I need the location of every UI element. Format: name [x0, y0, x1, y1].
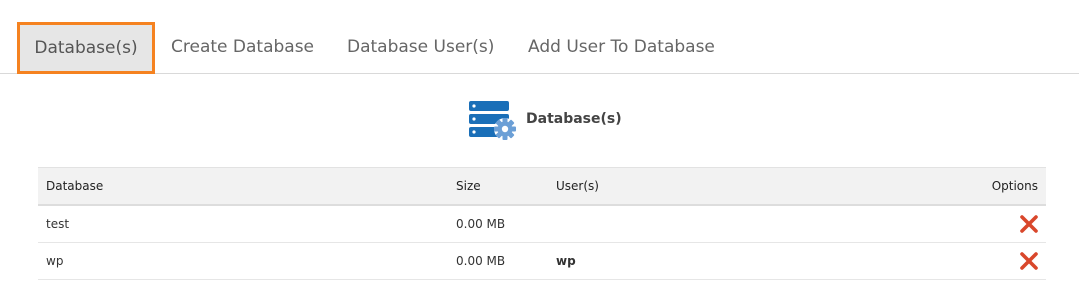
database-name-cell: wp	[38, 242, 448, 280]
database-users-cell	[548, 205, 954, 243]
column-header-size: Size	[448, 167, 548, 206]
panel-title: Database(s)	[526, 111, 622, 127]
database-table: Database Size User(s) Options test 0.00 …	[38, 167, 1046, 280]
tab-add-user-to-database[interactable]: Add User To Database	[528, 23, 715, 72]
database-size-cell: 0.00 MB	[448, 242, 548, 280]
column-header-options: Options	[954, 167, 1046, 206]
column-header-users: User(s)	[548, 167, 954, 206]
database-users-cell: wp	[548, 242, 954, 280]
table-row: test 0.00 MB	[38, 205, 1046, 243]
column-header-database: Database	[38, 167, 448, 206]
tab-database-users[interactable]: Database User(s)	[347, 23, 494, 72]
delete-x-icon[interactable]	[1020, 252, 1038, 270]
tab-databases[interactable]: Database(s)	[17, 22, 155, 74]
database-size-cell: 0.00 MB	[448, 205, 548, 243]
table-row: wp 0.00 MB wp	[38, 242, 1046, 280]
options-cell	[954, 242, 1046, 280]
table-header-row: Database Size User(s) Options	[38, 167, 1046, 206]
options-cell	[954, 205, 1046, 243]
delete-x-icon[interactable]	[1020, 215, 1038, 233]
tab-create-database[interactable]: Create Database	[171, 23, 314, 72]
tab-bar: Database(s) Create Database Database Use…	[0, 0, 1079, 74]
database-gear-icon	[469, 101, 516, 140]
database-name-cell: test	[38, 205, 448, 243]
